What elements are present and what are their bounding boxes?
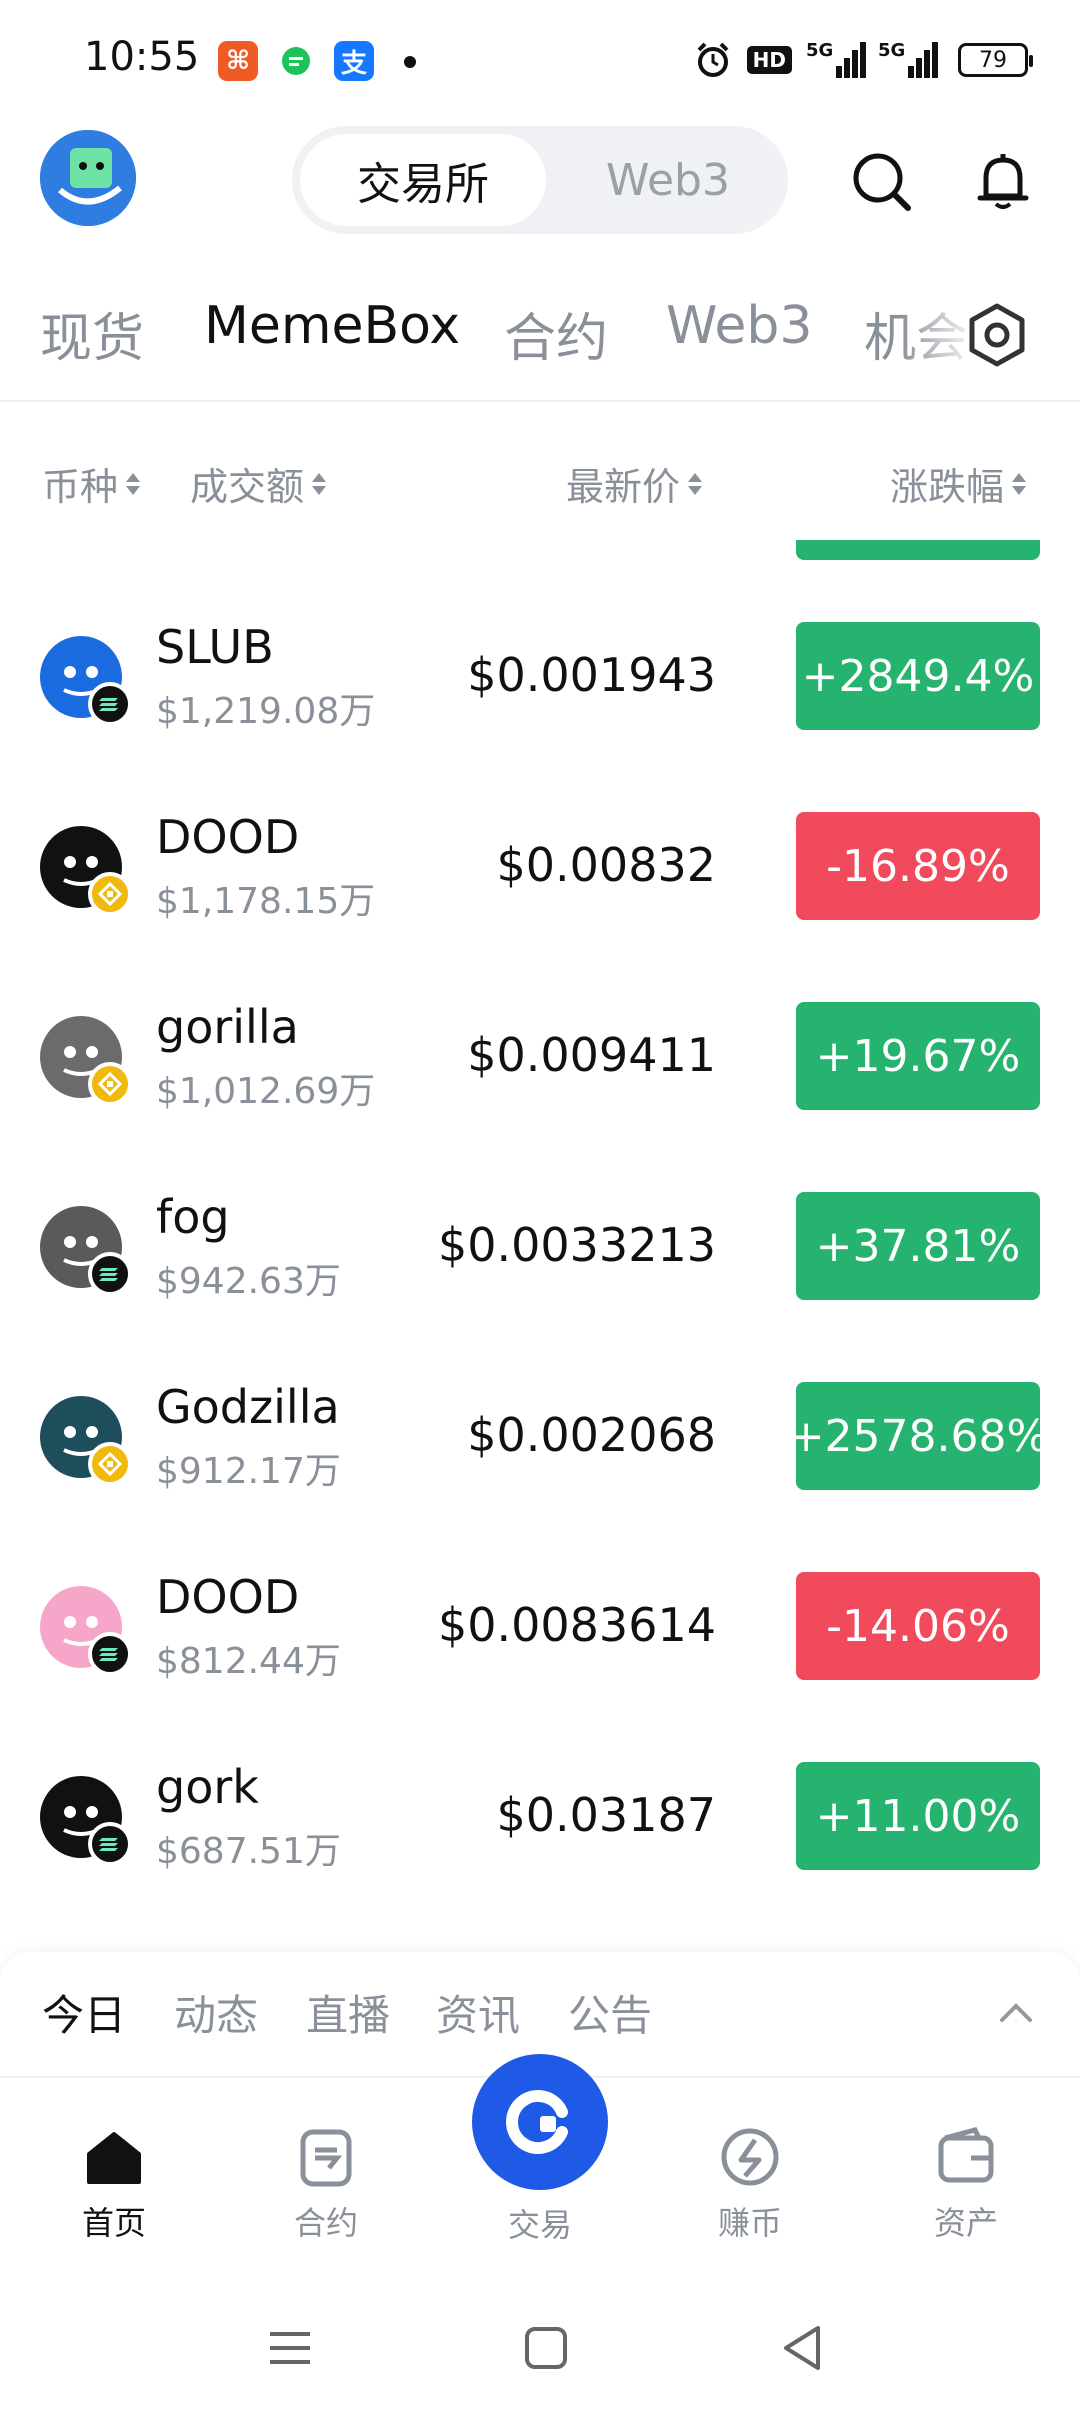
tab-feed[interactable]: 动态 <box>174 1982 258 2043</box>
coin-volume: $1,219.08万 <box>156 691 376 732</box>
table-row[interactable]: Godzilla $912.17万 $0.002068 +2578.68% <box>0 1368 1080 1558</box>
coin-volume: $912.17万 <box>156 1451 341 1492</box>
nav-assets[interactable]: 资产 <box>896 2122 1036 2244</box>
back-icon[interactable] <box>776 2320 832 2376</box>
nav-futures[interactable]: 合约 <box>256 2122 396 2244</box>
tab-news[interactable]: 资讯 <box>436 1982 520 2043</box>
hd-voice-icon: HD <box>746 46 792 74</box>
coin-volume: $1,178.15万 <box>156 881 376 922</box>
alarm-icon <box>697 42 729 77</box>
table-row[interactable]: fog $942.63万 $0.0033213 +37.81% <box>0 1178 1080 1368</box>
solana-chain-icon <box>88 1632 132 1676</box>
exchange-web3-toggle[interactable]: 交易所 Web3 <box>292 126 788 234</box>
price-change-badge[interactable]: -14.06% <box>796 1572 1040 1680</box>
price-change-badge[interactable]: +2578.68% <box>788 1382 1048 1490</box>
sort-volume[interactable]: 成交额 <box>190 456 327 511</box>
tab-memebox[interactable]: MemeBox <box>204 296 460 356</box>
solana-chain-icon <box>88 1252 132 1296</box>
nav-earn[interactable]: 赚币 <box>680 2122 820 2244</box>
tab-exchange[interactable]: 交易所 <box>300 134 546 226</box>
nav-home[interactable]: 首页 <box>44 2122 184 2244</box>
chat-notification-icon <box>276 41 316 81</box>
home-icon <box>87 2132 141 2184</box>
earn-icon <box>721 2128 779 2186</box>
app-notification-icon: ⌘ <box>218 41 258 81</box>
coin-price: $0.002068 <box>467 1408 716 1462</box>
status-bar: 10:55 ⌘ 支 HD 5G 5G 79 <box>0 0 1080 120</box>
table-row[interactable]: DOOD $812.44万 $0.0083614 -14.06% <box>0 1558 1080 1748</box>
tab-web3-market[interactable]: Web3 <box>666 296 812 356</box>
sort-arrows-icon <box>1012 472 1027 495</box>
coin-price: $0.001943 <box>467 648 716 702</box>
coin-name: DOOD <box>156 1570 300 1624</box>
trade-icon <box>506 2090 568 2154</box>
user-avatar[interactable] <box>40 130 136 226</box>
coin-name: DOOD <box>156 810 300 864</box>
coin-price: $0.03187 <box>496 1788 717 1842</box>
coin-volume: $812.44万 <box>156 1641 341 1682</box>
bnb-chain-icon <box>88 1062 132 1106</box>
trade-button[interactable] <box>472 2054 608 2190</box>
price-change-badge[interactable]: +19.67% <box>796 1002 1040 1110</box>
market-category-tabs: 现货 MemeBox 合约 Web3 机会 <box>0 296 1080 386</box>
sort-coin[interactable]: 币种 <box>42 456 141 511</box>
coin-price: $0.00832 <box>496 838 717 892</box>
price-change-badge[interactable]: +2849.4% <box>796 622 1040 730</box>
coin-price: $0.009411 <box>467 1028 716 1082</box>
list-item-partial <box>0 540 1080 570</box>
table-row[interactable]: gork $687.51万 $0.03187 +11.00% <box>0 1748 1080 1938</box>
futures-icon <box>300 2129 352 2187</box>
sort-arrows-icon <box>688 472 703 495</box>
status-time: 10:55 <box>84 34 200 80</box>
coin-name: SLUB <box>156 620 274 674</box>
sort-arrows-icon <box>126 472 141 495</box>
coin-name: fog <box>156 1190 230 1244</box>
coin-name: gorilla <box>156 1000 299 1054</box>
solana-chain-icon <box>88 1822 132 1866</box>
chevron-up-icon[interactable] <box>996 1992 1036 2032</box>
coin-volume: $687.51万 <box>156 1831 341 1872</box>
sort-price[interactable]: 最新价 <box>566 456 703 511</box>
price-change-badge[interactable]: -16.89% <box>796 812 1040 920</box>
tab-live[interactable]: 直播 <box>306 1982 390 2043</box>
trade-label: 交易 <box>507 2206 572 2244</box>
coin-price: $0.0083614 <box>437 1598 716 1652</box>
system-navigation-bar <box>0 2286 1080 2412</box>
alipay-notification-icon: 支 <box>334 41 374 81</box>
tab-today[interactable]: 今日 <box>42 1982 126 2043</box>
price-change-badge[interactable]: +37.81% <box>796 1192 1040 1300</box>
sort-arrows-icon <box>312 472 327 495</box>
home-system-icon[interactable] <box>518 2320 574 2376</box>
more-notifications-dot <box>404 56 416 68</box>
bnb-chain-icon <box>88 872 132 916</box>
divider <box>0 400 1080 402</box>
coin-price: $0.0033213 <box>437 1218 716 1272</box>
price-change-badge[interactable]: +11.00% <box>796 1762 1040 1870</box>
search-icon[interactable] <box>846 146 916 216</box>
coin-name: Godzilla <box>156 1380 340 1434</box>
solana-chain-icon <box>88 682 132 726</box>
tab-web3[interactable]: Web3 <box>548 134 788 226</box>
settings-icon[interactable] <box>962 300 1032 370</box>
recent-apps-icon[interactable] <box>262 2320 318 2376</box>
coin-volume: $942.63万 <box>156 1261 341 1302</box>
sort-change[interactable]: 涨跌幅 <box>890 456 1027 511</box>
coin-volume: $1,012.69万 <box>156 1071 376 1112</box>
tab-futures[interactable]: 合约 <box>504 296 608 371</box>
wallet-icon <box>938 2127 994 2183</box>
table-row[interactable]: SLUB $1,219.08万 $0.001943 +2849.4% <box>0 608 1080 798</box>
table-row[interactable]: DOOD $1,178.15万 $0.00832 -16.89% <box>0 798 1080 988</box>
bnb-chain-icon <box>88 1442 132 1486</box>
battery-indicator: 79 <box>958 43 1033 77</box>
signal-icon-2: 5G <box>878 40 944 80</box>
notification-bell-icon[interactable] <box>968 146 1038 216</box>
signal-icon: 5G <box>806 40 866 80</box>
coin-name: gork <box>156 1760 259 1814</box>
table-row[interactable]: gorilla $1,012.69万 $0.009411 +19.67% <box>0 988 1080 1178</box>
tab-spot[interactable]: 现货 <box>40 296 144 371</box>
tab-announcements[interactable]: 公告 <box>568 1982 652 2043</box>
